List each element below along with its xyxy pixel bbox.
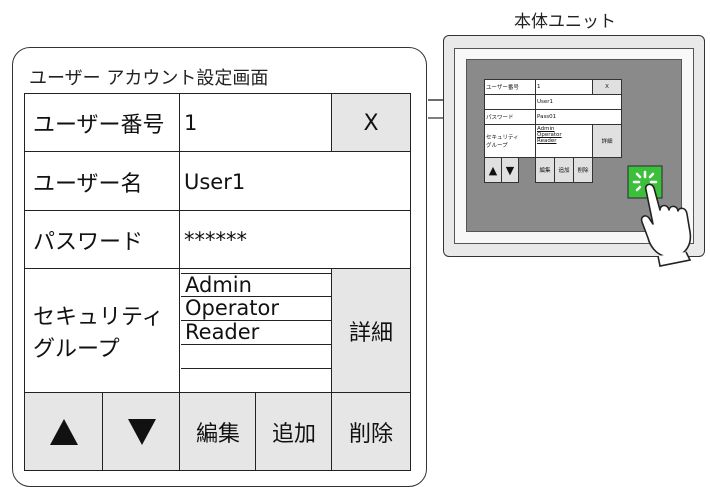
mini-edit-button: 編集 <box>535 157 555 183</box>
mini-user-number-label: ユーザー番号 <box>484 79 536 95</box>
mini-delete-button: 削除 <box>573 157 593 183</box>
mini-option-reader: Reader <box>537 138 557 144</box>
mini-user-name-field: User1 <box>535 94 622 110</box>
mini-password-label: パスワード <box>484 109 536 125</box>
mini-add-button: 追加 <box>554 157 574 183</box>
mini-password-field: Pass01 <box>535 109 622 125</box>
mini-security-label-line1: セキュリティ <box>486 135 519 141</box>
mini-user-name-label <box>484 94 536 110</box>
mini-screen-form: ユーザー番号 1 X User1 パスワード Pass01 セキュリティ グルー… <box>484 79 622 197</box>
mini-user-number-field: 1 <box>535 79 593 95</box>
mini-security-list: Admin Operator Reader <box>535 124 593 158</box>
mini-detail-button: 詳細 <box>592 124 622 158</box>
mini-up-button: ▲ <box>484 157 502 183</box>
mini-security-label-line2: グループ <box>486 143 508 149</box>
mini-down-button: ▼ <box>501 157 519 183</box>
mini-security-label: セキュリティ グループ <box>484 124 536 158</box>
device-title: 本体ユニット <box>514 12 616 32</box>
mini-clear-button: X <box>592 79 622 95</box>
touch-hand-icon <box>627 165 692 267</box>
